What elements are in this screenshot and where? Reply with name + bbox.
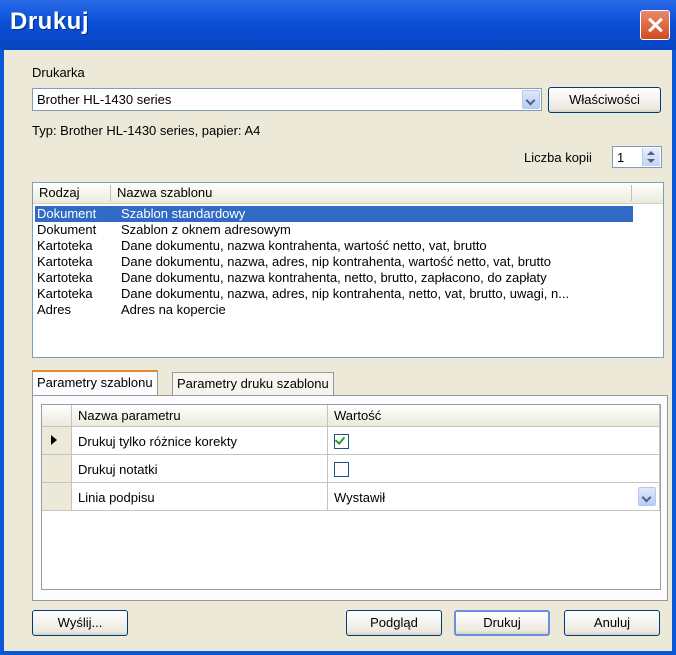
table-row[interactable]: Drukuj notatki xyxy=(72,455,328,483)
list-item[interactable]: Kartoteka Dane dokumentu, nazwa, adres, … xyxy=(35,254,633,270)
cancel-button[interactable]: Anuluj xyxy=(564,610,660,636)
tab-panel: Nazwa parametru Wartość Drukuj tylko róż… xyxy=(32,395,668,601)
print-notes-checkbox[interactable] xyxy=(334,462,349,477)
column-header-label: Nazwa parametru xyxy=(78,408,181,423)
properties-button[interactable]: Właściwości xyxy=(548,87,661,113)
list-item-type: Kartoteka xyxy=(37,286,93,301)
row-selector[interactable] xyxy=(42,483,72,511)
close-icon[interactable] xyxy=(640,10,670,40)
template-list-header: Rodzaj Nazwa szablonu xyxy=(33,183,663,204)
grid-corner xyxy=(42,405,72,427)
list-item-name: Adres na kopercie xyxy=(121,302,226,317)
template-list[interactable]: Rodzaj Nazwa szablonu Dokument Szablon s… xyxy=(32,182,664,358)
column-header-value[interactable]: Wartość xyxy=(328,405,660,427)
column-header-name[interactable]: Nazwa szablonu xyxy=(117,185,212,200)
copies-stepper[interactable]: 1 xyxy=(612,146,662,168)
dialog-body: Drukarka Brother HL-1430 series Właściwo… xyxy=(4,50,672,651)
printer-select[interactable]: Brother HL-1430 series xyxy=(32,88,542,111)
list-item-name: Dane dokumentu, nazwa, adres, nip kontra… xyxy=(121,254,551,269)
chevron-down-icon[interactable] xyxy=(522,90,540,109)
title-bar[interactable]: Drukuj xyxy=(0,0,676,50)
list-item-type: Dokument xyxy=(37,222,97,237)
print-diff-checkbox[interactable] xyxy=(334,434,349,449)
param-name: Drukuj notatki xyxy=(78,462,158,477)
list-item[interactable]: Adres Adres na kopercie xyxy=(35,302,633,318)
table-row[interactable]: Drukuj tylko różnice korekty xyxy=(72,427,328,455)
printer-select-value: Brother HL-1430 series xyxy=(37,92,172,107)
spinner-icon[interactable] xyxy=(642,148,660,166)
column-header-type[interactable]: Rodzaj xyxy=(39,185,79,200)
param-name: Linia podpisu xyxy=(78,490,155,505)
tab-template-params[interactable]: Parametry szablonu xyxy=(32,370,158,396)
list-item-name: Szablon z oknem adresowym xyxy=(121,222,291,237)
table-row[interactable]: Linia podpisu xyxy=(72,483,328,511)
row-selector[interactable] xyxy=(42,427,72,455)
list-item-type: Kartoteka xyxy=(37,270,93,285)
list-item-type: Kartoteka xyxy=(37,254,93,269)
param-value-cell[interactable] xyxy=(328,455,660,483)
list-item[interactable]: Dokument Szablon z oknem adresowym xyxy=(35,222,633,238)
list-item[interactable]: Kartoteka Dane dokumentu, nazwa kontrahe… xyxy=(35,270,633,286)
print-button[interactable]: Drukuj xyxy=(454,610,550,636)
param-name: Drukuj tylko różnice korekty xyxy=(78,434,237,449)
signature-line-select[interactable]: Wystawił xyxy=(328,483,660,511)
preview-button[interactable]: Podgląd xyxy=(346,610,442,636)
send-button[interactable]: Wyślij... xyxy=(32,610,128,636)
list-item-name: Dane dokumentu, nazwa kontrahenta, warto… xyxy=(121,238,487,253)
copies-value: 1 xyxy=(617,150,625,165)
param-value-cell[interactable] xyxy=(328,427,660,455)
list-item[interactable]: Dokument Szablon standardowy xyxy=(35,206,633,222)
copies-label: Liczba kopii xyxy=(524,150,592,165)
row-selector[interactable] xyxy=(42,455,72,483)
list-item[interactable]: Kartoteka Dane dokumentu, nazwa, adres, … xyxy=(35,286,633,302)
list-item-type: Dokument xyxy=(37,206,97,221)
current-row-icon xyxy=(51,435,57,445)
list-item-name: Dane dokumentu, nazwa kontrahenta, netto… xyxy=(121,270,547,285)
list-item-type: Adres xyxy=(37,302,71,317)
print-dialog: Drukuj Drukarka Brother HL-1430 series W… xyxy=(0,0,676,655)
column-header-label: Wartość xyxy=(334,408,382,423)
chevron-down-icon[interactable] xyxy=(638,487,656,506)
list-item[interactable]: Kartoteka Dane dokumentu, nazwa kontrahe… xyxy=(35,238,633,254)
signature-line-value: Wystawił xyxy=(334,490,386,505)
list-item-name: Szablon standardowy xyxy=(121,206,246,221)
tab-print-params[interactable]: Parametry druku szablonu xyxy=(172,372,334,395)
list-item-type: Kartoteka xyxy=(37,238,93,253)
printer-label: Drukarka xyxy=(32,65,85,80)
window-title: Drukuj xyxy=(10,8,90,35)
check-icon xyxy=(334,434,346,445)
column-header-param-name[interactable]: Nazwa parametru xyxy=(72,405,328,427)
params-grid[interactable]: Nazwa parametru Wartość Drukuj tylko róż… xyxy=(41,404,661,590)
printer-info: Typ: Brother HL-1430 series, papier: A4 xyxy=(32,123,261,138)
list-item-name: Dane dokumentu, nazwa, adres, nip kontra… xyxy=(121,286,570,301)
